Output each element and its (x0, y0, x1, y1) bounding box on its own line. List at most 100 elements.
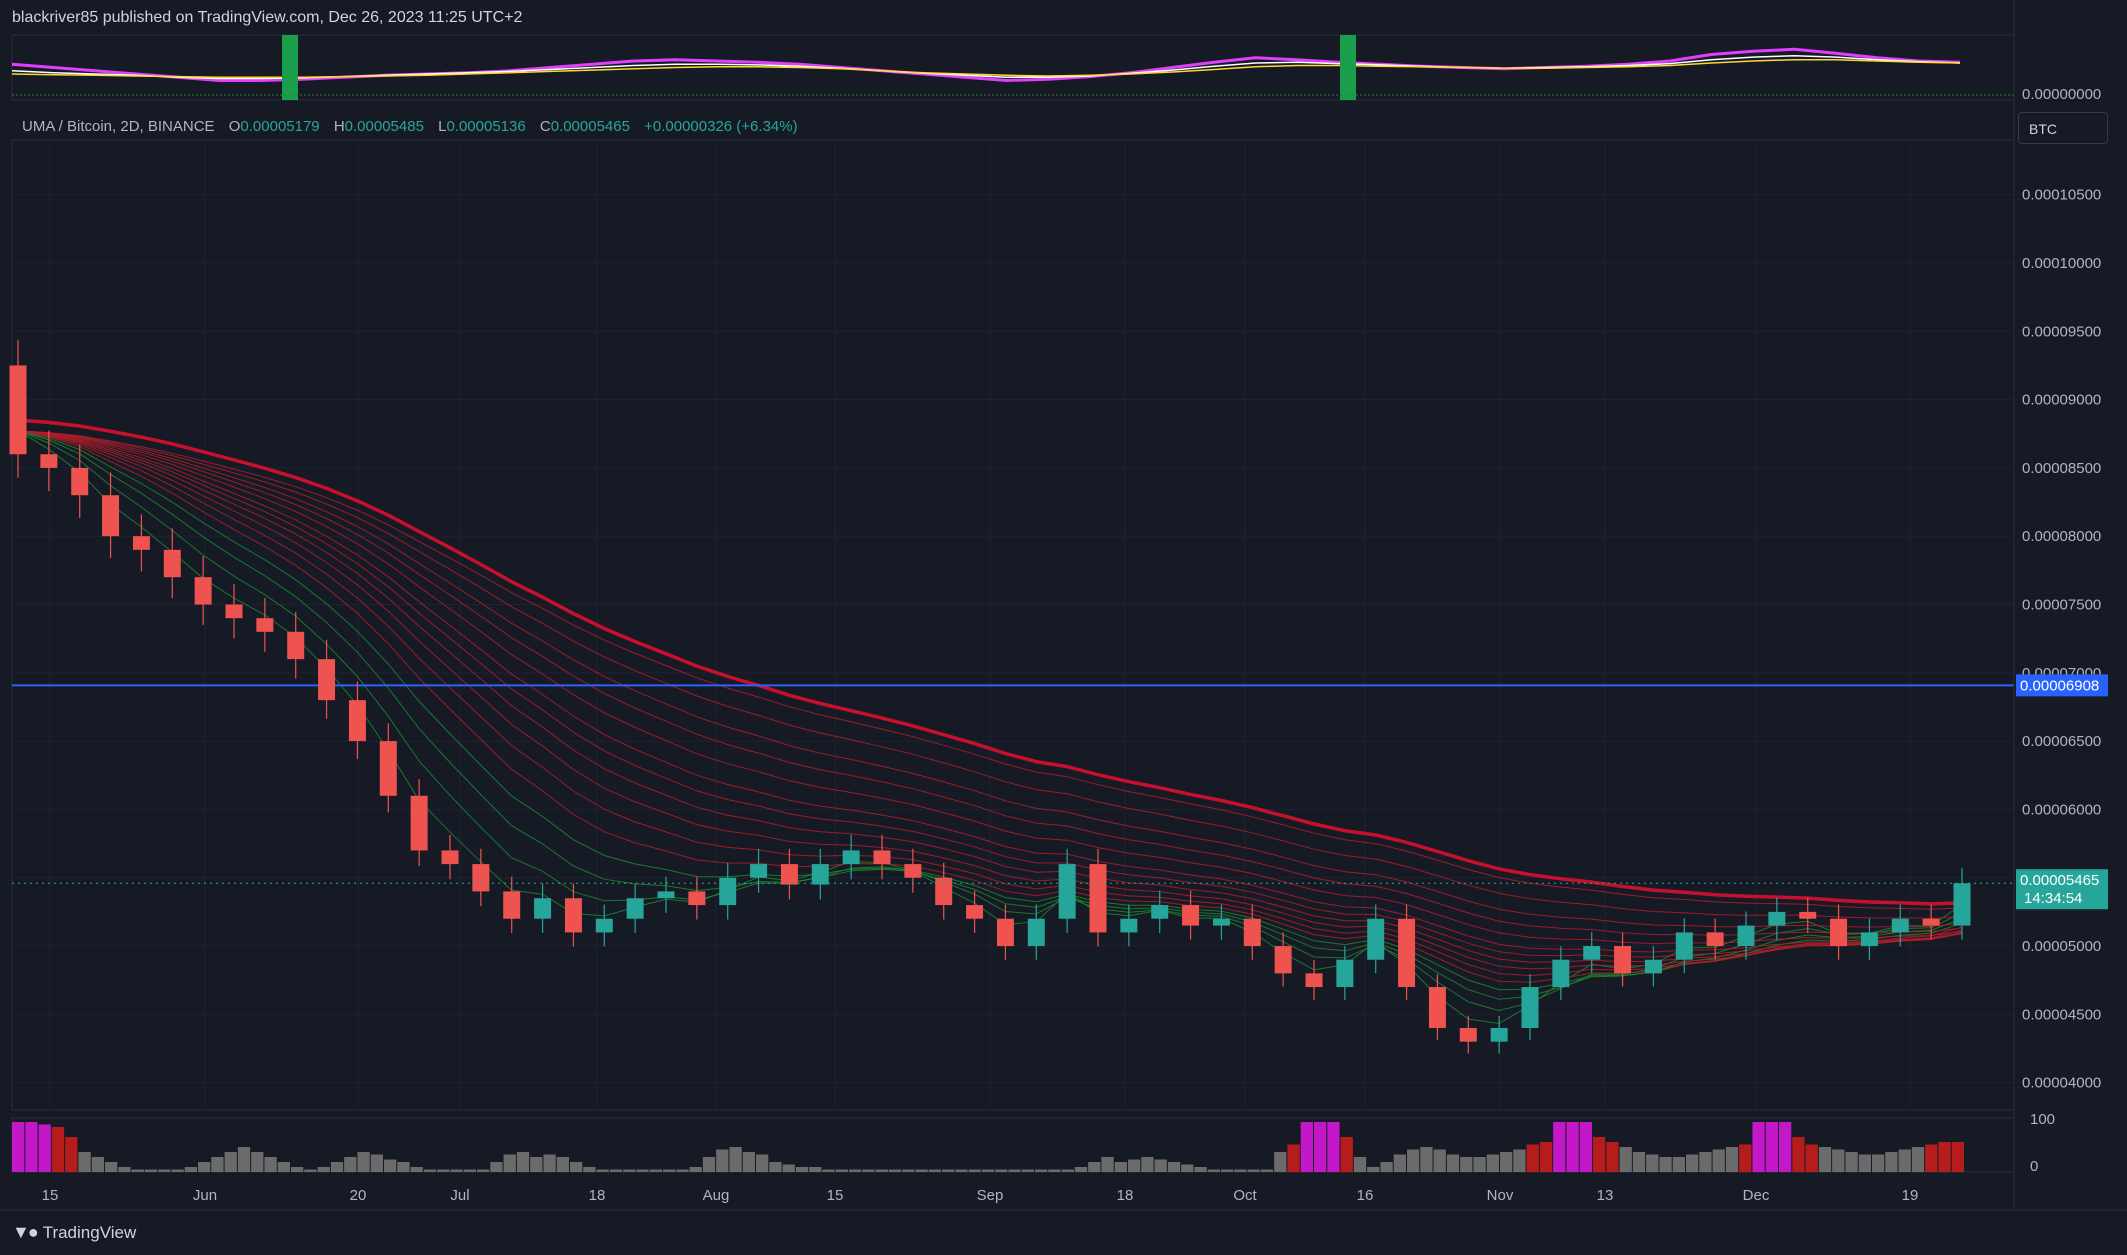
candle-body (750, 864, 768, 878)
volume-bar (716, 1149, 729, 1172)
volume-bar (1035, 1169, 1048, 1172)
candle-body (1274, 946, 1292, 974)
volume-bar (1805, 1144, 1818, 1172)
price-axis-label: 0.00008500 (2022, 460, 2101, 477)
volume-bar (503, 1154, 516, 1172)
candle-body (1120, 918, 1138, 933)
candle-body (1953, 883, 1971, 926)
candle-body (1490, 1028, 1508, 1042)
candle-body (1614, 946, 1632, 974)
volume-bar (1340, 1137, 1353, 1172)
candle-body (1182, 905, 1200, 926)
volume-bar (1526, 1144, 1539, 1172)
volume-bar (1446, 1154, 1460, 1172)
volume-bar (928, 1169, 941, 1172)
candle-body (1428, 987, 1446, 1029)
volume-bar (1619, 1147, 1632, 1172)
volume-bar (556, 1157, 569, 1172)
volume-bar (477, 1169, 490, 1172)
volume-bar (184, 1167, 197, 1172)
candle-body (1089, 864, 1107, 933)
volume-bar (1114, 1162, 1127, 1172)
candle-body (935, 877, 953, 906)
volume-bar (1699, 1152, 1712, 1172)
volume-bar (144, 1169, 158, 1172)
volume-bar (516, 1152, 530, 1172)
candle-body (1706, 932, 1724, 947)
volume-bar (171, 1169, 184, 1172)
volume-bar (51, 1127, 65, 1172)
volume-bar (224, 1152, 237, 1172)
volume-bar (849, 1169, 862, 1172)
volume-bar (795, 1167, 809, 1172)
candle-body (503, 891, 521, 919)
time-axis-label: Nov (1487, 1187, 1514, 1204)
time-axis-label: 20 (350, 1187, 367, 1204)
volume-bar (1832, 1149, 1845, 1172)
price-axis-label: 0.00004500 (2022, 1006, 2101, 1023)
volume-bar (450, 1169, 463, 1172)
volume-bar (1420, 1147, 1433, 1172)
volume-bar (1911, 1147, 1925, 1172)
volume-bar (1167, 1162, 1181, 1172)
volume-bar (1898, 1149, 1911, 1172)
volume-bar (1460, 1157, 1473, 1172)
candle-body (1675, 932, 1693, 960)
time-axis-label: Jun (193, 1187, 217, 1204)
volume-bar (583, 1167, 596, 1172)
volume-bar (1380, 1162, 1393, 1172)
countdown-label: 14:34:54 (2024, 890, 2082, 907)
time-axis-label: 16 (1357, 1187, 1374, 1204)
volume-bar (875, 1169, 888, 1172)
volume-bar (1593, 1137, 1606, 1172)
chart-canvas[interactable]: 0.000040000.000045000.000050000.00005500… (0, 0, 2127, 1255)
candle-body (1737, 925, 1755, 947)
time-axis-label: 15 (42, 1187, 59, 1204)
volume-bar (1712, 1149, 1725, 1172)
oscillator-signal-bar (282, 35, 298, 100)
volume-axis-label: 0 (2030, 1158, 2038, 1175)
brand-name: TradingView (42, 1222, 137, 1242)
volume-bar (78, 1152, 91, 1172)
volume-bar (291, 1167, 304, 1172)
volume-bar (304, 1169, 317, 1172)
time-axis-label: Oct (1233, 1187, 1257, 1204)
volume-bar (1407, 1149, 1420, 1172)
volume-bar (1221, 1169, 1234, 1172)
price-axis-label: 0.00009000 (2022, 392, 2101, 409)
volume-bar (623, 1169, 636, 1172)
volume-bar (1925, 1144, 1938, 1172)
candle-body (1336, 959, 1354, 988)
candle-body (225, 604, 243, 619)
volume-bar (1048, 1169, 1061, 1172)
volume-bar (1486, 1154, 1499, 1172)
volume-bar (1818, 1147, 1832, 1172)
volume-bar (1672, 1157, 1685, 1172)
volume-bar (65, 1137, 78, 1172)
price-axis-label: 0.00007500 (2022, 597, 2101, 614)
volume-bar (888, 1169, 902, 1172)
volume-bar (1260, 1169, 1274, 1172)
volume-bar (1872, 1154, 1885, 1172)
volume-bar (1539, 1142, 1553, 1172)
volume-bar (902, 1169, 915, 1172)
volume-bar (1433, 1149, 1446, 1172)
candle-body (1799, 911, 1817, 919)
volume-bar (1128, 1159, 1141, 1172)
candle-body (719, 877, 737, 906)
volume-bar (1500, 1152, 1513, 1172)
candle-body (1243, 918, 1261, 947)
time-axis-label: Dec (1743, 1187, 1770, 1204)
volume-bar (211, 1157, 224, 1172)
candle-body (1151, 905, 1169, 919)
volume-bar (1181, 1164, 1194, 1172)
volume-bar (995, 1169, 1008, 1172)
volume-bar (822, 1169, 835, 1172)
price-axis-label: 0.00005000 (2022, 938, 2101, 955)
candle-body (1367, 918, 1385, 960)
volume-bar (423, 1169, 437, 1172)
candle-body (348, 700, 366, 742)
oscillator-pane (11, 34, 2015, 101)
candle-body (1552, 959, 1570, 988)
candle-body (194, 577, 212, 605)
